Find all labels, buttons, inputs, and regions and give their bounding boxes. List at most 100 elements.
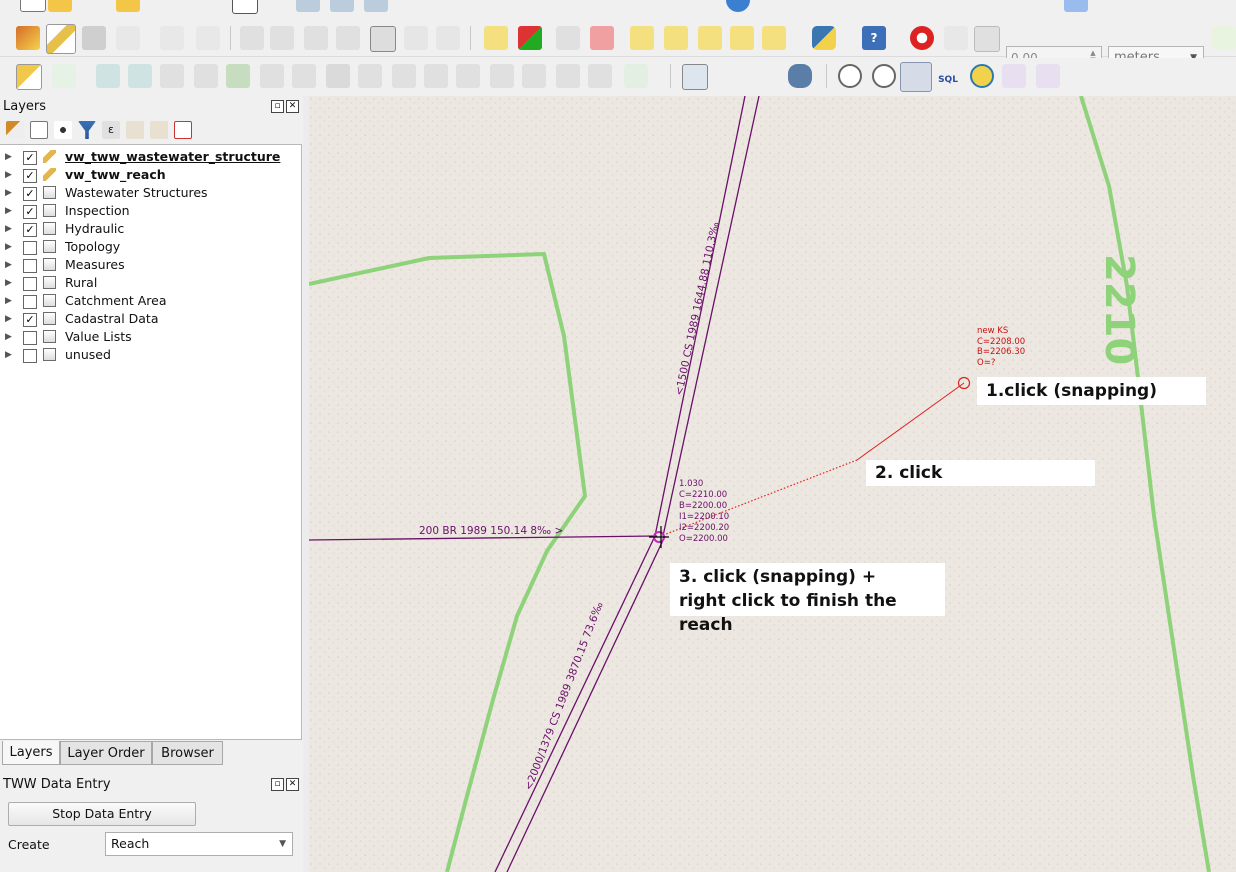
layer-row[interactable]: ▶ Catchment Area [0,292,300,310]
collapse-all-icon[interactable] [150,121,168,139]
layer-row[interactable]: ▶ Topology [0,238,300,256]
layer-row[interactable]: ▶ ✓ Inspection [0,202,300,220]
layer-visibility-checkbox[interactable]: ✓ [23,313,37,327]
add-part-icon[interactable] [194,64,218,88]
rotate-label-icon[interactable] [698,26,722,50]
tab-layer-order[interactable]: Layer Order [60,741,152,765]
python-console-icon[interactable] [812,26,836,50]
rotate-feature-icon[interactable] [96,64,120,88]
layer-visibility-checkbox[interactable]: ✓ [23,151,37,165]
expand-arrow-icon[interactable]: ▶ [5,202,12,220]
pin-labels-icon[interactable] [556,26,580,50]
manage-visibility-icon[interactable] [54,121,72,139]
expand-arrow-icon[interactable]: ▶ [5,148,12,166]
float-panel-icon[interactable]: ▫ [271,778,284,791]
snapping-type-icon[interactable] [974,26,1000,52]
database-settings-icon[interactable] [788,64,812,88]
expand-arrow-icon[interactable]: ▶ [5,238,12,256]
data-entry-icon[interactable] [1002,64,1026,88]
current-edits-icon[interactable] [16,26,40,50]
save-edits-icon[interactable] [82,26,106,50]
expand-arrow-icon[interactable]: ▶ [5,184,12,202]
downstream-icon[interactable] [872,64,896,88]
add-ring-icon[interactable] [160,64,184,88]
expand-arrow-icon[interactable]: ▶ [5,292,12,310]
add-feature-icon[interactable] [116,26,140,50]
layer-visibility-checkbox[interactable] [23,349,37,363]
layer-row[interactable]: ▶ Value Lists [0,328,300,346]
zoom-out-icon[interactable] [330,0,354,12]
delete-selected-icon[interactable] [270,26,294,50]
refresh-icon[interactable] [726,0,750,12]
toggle-editing-icon[interactable] [46,24,76,54]
layer-row[interactable]: ▶ ✓ vw_tww_wastewater_structure [0,148,300,166]
close-icon[interactable]: ✕ [286,100,299,113]
reshape-features-icon[interactable] [326,64,350,88]
expand-arrow-icon[interactable]: ▶ [5,274,12,292]
profile-icon[interactable] [900,62,932,92]
database-layer-icon[interactable] [682,64,708,90]
layer-row[interactable]: ▶ ✓ vw_tww_reach [0,166,300,184]
zoom-full-icon[interactable] [364,0,388,12]
offset-curve-icon[interactable] [358,64,382,88]
fill-ring-icon[interactable] [226,64,250,88]
label-properties-icon[interactable] [762,26,786,50]
snapping-magnet-icon[interactable] [910,26,934,50]
new-project-icon[interactable] [20,0,46,12]
layer-visibility-checkbox[interactable] [23,277,37,291]
redo-icon[interactable] [436,26,460,50]
filter-expression-icon[interactable]: ε [102,121,120,139]
snapping-mode-icon[interactable] [944,26,968,50]
layer-row[interactable]: ▶ unused [0,346,300,364]
tab-layers[interactable]: Layers [2,741,60,765]
shape-digitize-icon[interactable] [624,64,648,88]
split-features-icon[interactable] [392,64,416,88]
help-icon[interactable]: ? [862,26,886,50]
layer-visibility-checkbox[interactable] [23,241,37,255]
python-icon[interactable] [1064,0,1088,12]
add-group-icon[interactable] [30,121,48,139]
layer-visibility-checkbox[interactable]: ✓ [23,223,37,237]
digitize-options-icon[interactable] [196,26,220,50]
save-project-icon[interactable] [116,0,140,12]
layer-visibility-checkbox[interactable] [23,331,37,345]
offset-point-symbols-icon[interactable] [556,64,580,88]
merge-features-icon[interactable] [456,64,480,88]
layer-visibility-checkbox[interactable]: ✓ [23,187,37,201]
cut-features-icon[interactable] [304,26,328,50]
layer-diagram-icon[interactable] [518,26,542,50]
add-point-icon[interactable] [52,64,76,88]
expand-arrow-icon[interactable]: ▶ [5,220,12,238]
stop-data-entry-button[interactable]: Stop Data Entry [8,802,196,826]
split-parts-icon[interactable] [424,64,448,88]
expand-arrow-icon[interactable]: ▶ [5,346,12,364]
open-styling-panel-icon[interactable] [6,121,24,139]
simplify-feature-icon[interactable] [128,64,152,88]
trim-extend-icon[interactable] [588,64,612,88]
layer-row[interactable]: ▶ ✓ Wastewater Structures [0,184,300,202]
show-hide-labels-icon[interactable] [664,26,688,50]
paste-features-icon[interactable] [370,26,396,52]
expand-arrow-icon[interactable]: ▶ [5,328,12,346]
expand-arrow-icon[interactable]: ▶ [5,166,12,184]
layer-visibility-checkbox[interactable] [23,295,37,309]
merge-attributes-icon[interactable] [490,64,514,88]
undo-icon[interactable] [404,26,428,50]
upstream-icon[interactable] [838,64,862,88]
zoom-in-icon[interactable] [296,0,320,12]
settings-icon[interactable] [1036,64,1060,88]
layer-row[interactable]: ▶ Measures [0,256,300,274]
expand-all-icon[interactable] [126,121,144,139]
expand-arrow-icon[interactable]: ▶ [5,310,12,328]
open-project-icon[interactable] [48,0,72,12]
tab-browser[interactable]: Browser [152,741,223,765]
connect-wizard-icon[interactable] [970,64,994,88]
rotate-point-symbols-icon[interactable] [522,64,546,88]
delete-ring-icon[interactable] [260,64,284,88]
remove-layer-icon[interactable] [174,121,192,139]
vertex-tool-icon[interactable] [160,26,184,50]
expand-arrow-icon[interactable]: ▶ [5,256,12,274]
sql-query-icon[interactable]: SQL [936,64,960,88]
layer-row[interactable]: ▶ ✓ Hydraulic [0,220,300,238]
copy-features-icon[interactable] [336,26,360,50]
